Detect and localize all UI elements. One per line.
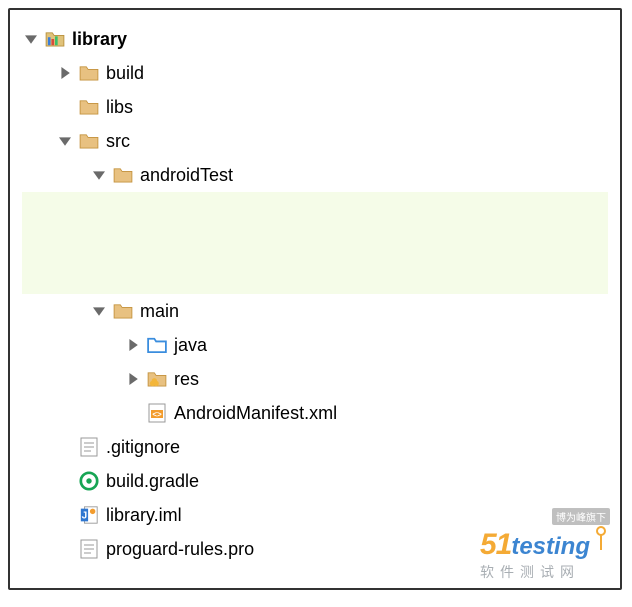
disclosure-right-icon[interactable] — [56, 64, 74, 82]
folder-icon — [112, 164, 134, 186]
tree-node-manifest[interactable]: <> AndroidManifest.xml — [22, 396, 608, 430]
svg-text:<>: <> — [152, 410, 162, 419]
tree-label: androidTest — [140, 165, 233, 186]
tree-node-java-test[interactable]: java — [0, 192, 632, 226]
tree-node-java-main[interactable]: java — [22, 328, 608, 362]
tree-label: main — [140, 301, 179, 322]
xml-file-icon: <> — [146, 402, 168, 424]
resource-folder-icon — [146, 368, 168, 390]
tree-label: .gitignore — [106, 437, 180, 458]
module-icon — [44, 28, 66, 50]
tree-label: src — [106, 131, 130, 152]
tree-node-main[interactable]: main — [22, 294, 608, 328]
arrow-spacer — [56, 472, 74, 490]
disclosure-down-icon[interactable] — [56, 132, 74, 150]
tree-node-library[interactable]: library — [22, 22, 608, 56]
tree-node-build[interactable]: build — [22, 56, 608, 90]
gradle-icon — [78, 470, 100, 492]
folder-icon — [112, 300, 134, 322]
folder-icon — [78, 96, 100, 118]
disclosure-down-icon[interactable] — [90, 166, 108, 184]
text-file-icon — [78, 436, 100, 458]
disclosure-down-icon[interactable] — [90, 302, 108, 320]
arrow-spacer — [56, 506, 74, 524]
source-folder-icon — [146, 334, 168, 356]
arrow-spacer — [56, 98, 74, 116]
tree-label: java — [174, 335, 207, 356]
disclosure-right-icon[interactable] — [124, 336, 142, 354]
project-tree: library build libs src — [8, 8, 622, 590]
arrow-spacer — [124, 404, 142, 422]
tree-node-gradle[interactable]: build.gradle — [22, 464, 608, 498]
tree-label: libs — [106, 97, 133, 118]
tree-node-libs[interactable]: libs — [22, 90, 608, 124]
test-source-highlight: java com.demo.android.library C — [22, 192, 608, 294]
svg-text:J: J — [82, 511, 88, 522]
tree-node-proguard[interactable]: proguard-rules.pro — [22, 532, 608, 566]
text-file-icon — [78, 538, 100, 560]
tree-label: build.gradle — [106, 471, 199, 492]
tree-node-package[interactable]: com.demo.android.library — [0, 226, 632, 260]
tree-node-gitignore[interactable]: .gitignore — [22, 430, 608, 464]
arrow-spacer — [56, 540, 74, 558]
tree-label: library — [72, 29, 127, 50]
tree-node-src[interactable]: src — [22, 124, 608, 158]
arrow-spacer — [56, 438, 74, 456]
folder-icon — [78, 62, 100, 84]
tree-label: res — [174, 369, 199, 390]
tree-node-apptest[interactable]: C ApplicationTest — [0, 260, 632, 294]
tree-node-iml[interactable]: J library.iml — [22, 498, 608, 532]
tree-label: proguard-rules.pro — [106, 539, 254, 560]
tree-node-androidtest[interactable]: androidTest — [22, 158, 608, 192]
disclosure-down-icon[interactable] — [22, 30, 40, 48]
disclosure-right-icon[interactable] — [124, 370, 142, 388]
tree-node-res[interactable]: res — [22, 362, 608, 396]
folder-icon — [78, 130, 100, 152]
tree-label: build — [106, 63, 144, 84]
tree-label: library.iml — [106, 505, 182, 526]
tree-label: AndroidManifest.xml — [174, 403, 337, 424]
iml-file-icon: J — [78, 504, 100, 526]
